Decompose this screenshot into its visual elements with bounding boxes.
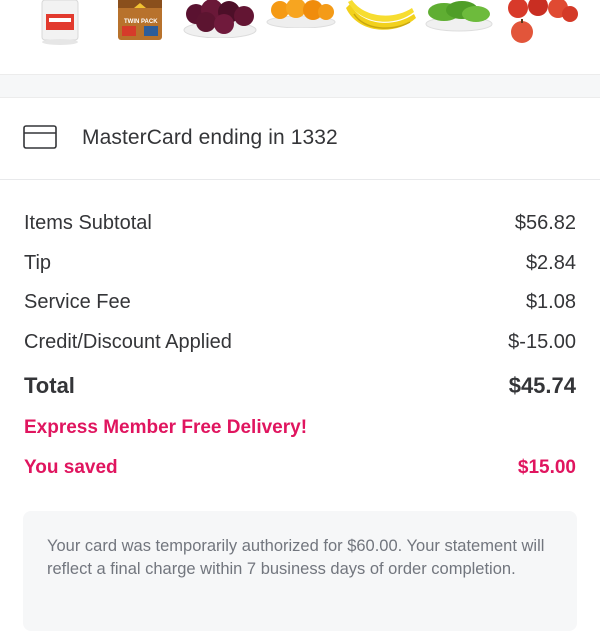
service-fee-value: $1.08 — [525, 291, 576, 313]
tip-value: $2.84 — [525, 252, 576, 274]
items-subtotal-row: Items Subtotal $56.82 — [24, 212, 576, 238]
items-subtotal-label: Items Subtotal — [24, 212, 152, 234]
bananas-icon — [346, 0, 416, 30]
tip-label: Tip — [24, 252, 52, 274]
green-beans-bowl-icon — [425, 1, 493, 32]
credit-discount-value: $-15.00 — [508, 331, 576, 353]
total-value: $45.74 — [508, 373, 576, 398]
express-delivery-label: Express Member Free Delivery! — [24, 417, 308, 438]
credit-discount-row: Credit/Discount Applied $-15.00 — [24, 331, 576, 357]
credit-card-icon — [23, 125, 57, 149]
items-subtotal-value: $56.82 — [514, 212, 576, 234]
milk-jug-icon — [41, 0, 79, 45]
section-divider — [0, 74, 600, 98]
service-fee-row: Service Fee $1.08 — [24, 291, 576, 317]
total-label: Total — [24, 373, 75, 398]
payment-method-row[interactable]: MasterCard ending in 1332 — [0, 98, 600, 180]
tip-row: Tip $2.84 — [24, 252, 576, 278]
authorization-notice-text: Your card was temporarily authorized for… — [47, 537, 545, 578]
oranges-plate-icon — [266, 0, 336, 28]
you-saved-value: $15.00 — [517, 457, 576, 478]
bread-pack-label: TWIN PACK — [124, 19, 158, 25]
you-saved-row: You saved $15.00 — [24, 457, 576, 483]
you-saved-label: You saved — [24, 457, 118, 478]
total-row: Total $45.74 — [24, 373, 576, 399]
authorization-notice: Your card was temporarily authorized for… — [23, 511, 577, 631]
service-fee-label: Service Fee — [24, 291, 131, 313]
payment-method-label: MasterCard ending in 1332 — [82, 126, 338, 149]
order-items-strip: TWIN PACK — [0, 0, 600, 74]
credit-discount-label: Credit/Discount Applied — [24, 331, 232, 353]
bread-bag-icon: TWIN PACK — [118, 0, 162, 40]
express-delivery-row: Express Member Free Delivery! — [24, 417, 576, 443]
apples-icon — [508, 0, 578, 43]
plums-bowl-icon — [183, 0, 257, 38]
